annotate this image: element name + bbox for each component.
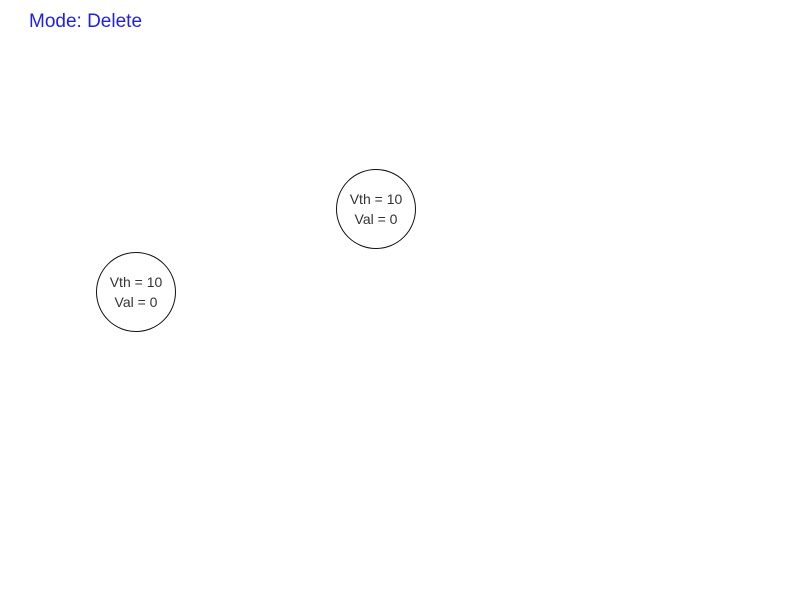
mode-indicator: Mode: Delete — [29, 11, 143, 32]
neuron-value-label: Val = 0 — [114, 294, 158, 310]
neuron-threshold-label: Vth = 10 — [109, 274, 163, 290]
network-canvas[interactable]: Mode: Delete Vth = 10 Val = 0 Vth = 10 V… — [0, 0, 796, 598]
neuron-node[interactable]: Vth = 10 Val = 0 — [336, 169, 416, 249]
neuron-value-label: Val = 0 — [354, 211, 398, 227]
neuron-threshold-label: Vth = 10 — [349, 191, 403, 207]
neuron-node[interactable]: Vth = 10 Val = 0 — [96, 252, 176, 332]
